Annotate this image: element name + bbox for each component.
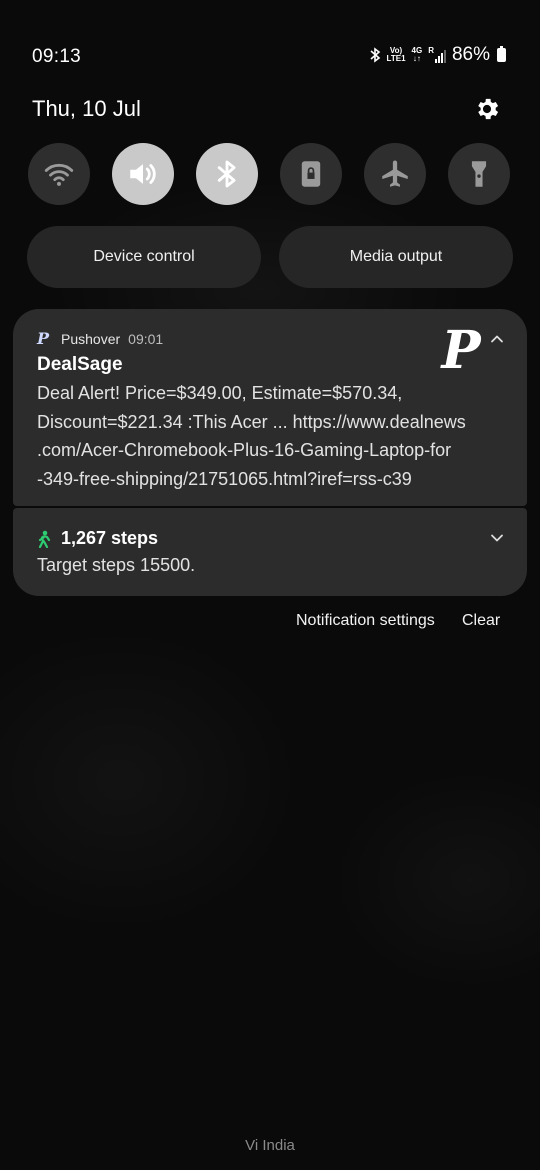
pushover-app-icon: P bbox=[37, 329, 50, 348]
app-name: Pushover bbox=[61, 330, 121, 347]
rotation-lock-tile[interactable] bbox=[280, 143, 342, 205]
notification-body: Deal Alert! Price=$349.00, Estimate=$570… bbox=[37, 379, 507, 493]
steps-text: Target steps 15500. bbox=[37, 555, 196, 575]
body-line: Deal Alert! Price=$349.00, Estimate=$570… bbox=[37, 383, 403, 403]
chevron-down-icon[interactable] bbox=[489, 530, 505, 546]
wifi-icon bbox=[44, 163, 74, 186]
notification-settings-button[interactable]: Notification settings bbox=[296, 612, 435, 630]
notification-header: P Pushover 09:01 bbox=[37, 329, 163, 348]
carrier-label: Vi India bbox=[245, 1137, 295, 1154]
steps-notification[interactable]: 1,267 steps Target steps 15500. bbox=[13, 508, 527, 596]
notification-title: DealSage bbox=[37, 354, 123, 375]
notification-shade: 09:13 Vo) LTE1 4G ↓↑ R 86% Thu, 10 Jul D… bbox=[0, 0, 540, 1170]
bluetooth-tile[interactable] bbox=[196, 143, 258, 205]
quick-settings-tiles bbox=[28, 143, 512, 205]
media-output-button[interactable]: Media output bbox=[279, 226, 513, 288]
gear-icon[interactable] bbox=[473, 95, 501, 123]
airplane-tile[interactable] bbox=[364, 143, 426, 205]
flashlight-tile[interactable] bbox=[448, 143, 510, 205]
status-icons: Vo) LTE1 4G ↓↑ R 86% bbox=[369, 44, 506, 66]
date-label: Thu, 10 Jul bbox=[32, 96, 141, 121]
sound-icon bbox=[130, 164, 156, 184]
pushover-logo-icon: P bbox=[441, 320, 481, 381]
walking-icon bbox=[38, 530, 51, 548]
sound-tile[interactable] bbox=[112, 143, 174, 205]
bluetooth-status-icon bbox=[370, 47, 380, 63]
body-line: .com/Acer-Chromebook-Plus-16-Gaming-Lapt… bbox=[37, 440, 452, 460]
bluetooth-icon bbox=[217, 160, 236, 188]
status-time: 09:13 bbox=[32, 46, 82, 67]
volte-indicator: Vo) LTE1 bbox=[386, 46, 406, 63]
battery-percent: 86% bbox=[451, 44, 490, 65]
pushover-notification[interactable]: P Pushover 09:01 P DealSage Deal Alert! … bbox=[13, 309, 527, 506]
device-control-button[interactable]: Device control bbox=[27, 226, 261, 288]
battery-icon bbox=[497, 46, 506, 62]
steps-title: 1,267 steps bbox=[61, 528, 159, 548]
wifi-tile[interactable] bbox=[28, 143, 90, 205]
rotation-lock-icon bbox=[301, 161, 321, 187]
clear-button[interactable]: Clear bbox=[462, 612, 500, 630]
body-line: Discount=$221.34 :This Acer ... https://… bbox=[37, 411, 466, 432]
airplane-icon bbox=[382, 160, 408, 187]
chevron-up-icon[interactable] bbox=[489, 331, 505, 347]
body-line: -349-free-shipping/21751065.html?iref=rs… bbox=[37, 468, 412, 489]
steps-header: 1,267 steps bbox=[37, 528, 158, 549]
flashlight-icon bbox=[471, 161, 487, 187]
notification-time: 09:01 bbox=[128, 330, 164, 347]
network-indicator: 4G ↓↑ bbox=[411, 46, 423, 63]
signal-icon: R bbox=[428, 47, 446, 63]
